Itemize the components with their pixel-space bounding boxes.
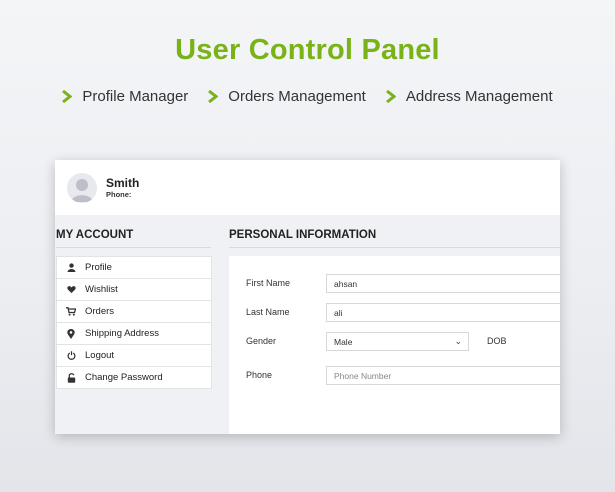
account-panel-screenshot: Smith Phone: MY ACCOUNT Profile Wishlist… <box>55 160 560 434</box>
section-title: PERSONAL INFORMATION <box>229 229 377 241</box>
avatar <box>67 173 97 203</box>
sidebar-item-wishlist[interactable]: Wishlist <box>57 279 211 301</box>
feature-label: Profile Manager <box>82 88 189 105</box>
sidebar-item-change-password[interactable]: Change Password <box>57 367 211 388</box>
feature-list: Profile Manager Orders Management Addres… <box>0 88 615 105</box>
sidebar-item-profile[interactable]: Profile <box>57 257 211 279</box>
sidebar-item-label: Wishlist <box>85 284 118 295</box>
user-name: Smith <box>106 176 140 190</box>
power-icon <box>66 351 76 360</box>
user-phone-label: Phone: <box>106 190 132 199</box>
sidebar-item-label: Orders <box>85 306 115 317</box>
divider <box>56 247 211 248</box>
user-header: Smith Phone: <box>55 160 560 215</box>
gender-select[interactable]: Male ⌄ <box>326 332 469 351</box>
dob-label: DOB <box>487 336 507 346</box>
chevron-down-icon: ⌄ <box>454 336 462 346</box>
user-icon <box>67 263 75 272</box>
gender-label: Gender <box>246 336 277 346</box>
feature-item-address: Address Management <box>385 88 553 105</box>
sidebar-item-orders[interactable]: Orders <box>57 301 211 323</box>
sidebar-item-label: Change Password <box>85 372 163 383</box>
last-name-field[interactable]: ali <box>326 303 560 322</box>
feature-item-profile: Profile Manager <box>62 88 188 105</box>
phone-field[interactable]: Phone Number <box>326 366 560 385</box>
sidebar-item-shipping-address[interactable]: Shipping Address <box>57 323 211 345</box>
divider <box>229 247 560 248</box>
phone-label: Phone <box>246 370 273 380</box>
account-body: MY ACCOUNT Profile Wishlist Orders Shipp… <box>55 215 560 434</box>
heart-icon <box>66 286 76 294</box>
headline: User Control Panel <box>175 34 440 66</box>
sidebar-menu: Profile Wishlist Orders Shipping Address… <box>56 256 212 389</box>
first-name-label: First Name <box>246 278 291 288</box>
chevron-right-icon <box>208 90 219 103</box>
gender-select-value: Male <box>334 336 353 347</box>
map-pin-icon <box>67 328 75 339</box>
feature-label: Address Management <box>405 88 553 105</box>
feature-label: Orders Management <box>228 88 366 105</box>
avatar-placeholder-icon <box>71 179 93 202</box>
sidebar-item-logout[interactable]: Logout <box>57 345 211 367</box>
personal-info-form: First Name ahsan Last Name ali Gender Ma… <box>229 256 560 434</box>
feature-item-orders: Orders Management <box>208 88 366 105</box>
first-name-field[interactable]: ahsan <box>326 274 560 293</box>
sidebar-item-label: Profile <box>85 262 112 273</box>
sidebar-title: MY ACCOUNT <box>56 229 134 241</box>
sidebar-item-label: Shipping Address <box>85 328 159 339</box>
chevron-right-icon <box>385 90 396 103</box>
last-name-label: Last Name <box>246 307 290 317</box>
cart-icon <box>66 307 76 316</box>
chevron-right-icon <box>62 90 73 103</box>
sidebar-item-label: Logout <box>85 350 115 361</box>
unlock-icon <box>67 372 75 383</box>
